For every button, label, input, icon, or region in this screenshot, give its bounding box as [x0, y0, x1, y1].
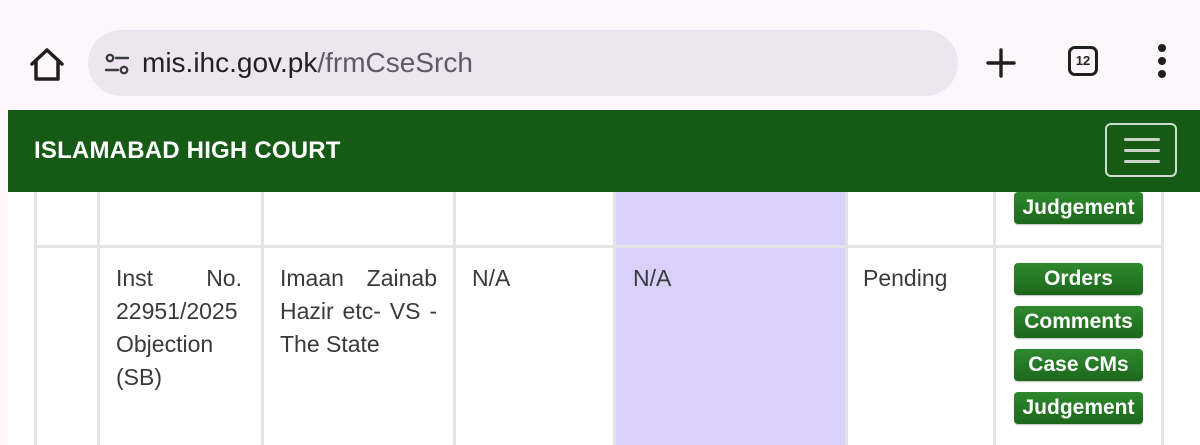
status-cell: Pending [863, 265, 948, 291]
url-host: mis.ihc.gov.pk [142, 47, 318, 78]
case-results-table: Judgement Inst No. 22951/2025 Objection … [8, 192, 1200, 445]
more-vert-icon[interactable] [1152, 44, 1174, 80]
case-title-cell: Imaan Zainab Hazir etc- VS - The State [280, 265, 437, 357]
url-path: /frmCseSrch [317, 47, 473, 78]
site-header: ISLAMABAD HIGH COURT [8, 110, 1200, 192]
nav-toggle-button[interactable] [1105, 123, 1177, 177]
tab-switcher-icon[interactable]: 12 [1068, 46, 1098, 76]
na-cell: N/A [472, 265, 511, 291]
judgement-button[interactable]: Judgement [1014, 392, 1143, 424]
browser-toolbar: mis.ihc.gov.pk/frmCseSrch 12 [0, 0, 1200, 110]
hamburger-icon [1124, 138, 1160, 141]
na-cell-highlighted: N/A [633, 265, 672, 291]
home-icon[interactable] [28, 45, 66, 83]
address-bar[interactable]: mis.ihc.gov.pk/frmCseSrch [88, 30, 958, 96]
site-title[interactable]: ISLAMABAD HIGH COURT [34, 133, 341, 169]
case-number-cell: Inst No. 22951/2025 Objection (SB) [116, 265, 242, 390]
site-settings-icon[interactable] [104, 51, 130, 77]
judgement-button[interactable]: Judgement [1014, 192, 1143, 224]
plus-icon[interactable] [984, 46, 1018, 80]
comments-button[interactable]: Comments [1014, 306, 1143, 338]
case-cms-button[interactable]: Case CMs [1014, 349, 1143, 381]
url-text[interactable]: mis.ihc.gov.pk/frmCseSrch [142, 44, 473, 82]
orders-button[interactable]: Orders [1014, 263, 1143, 295]
highlighted-column [615, 192, 845, 445]
